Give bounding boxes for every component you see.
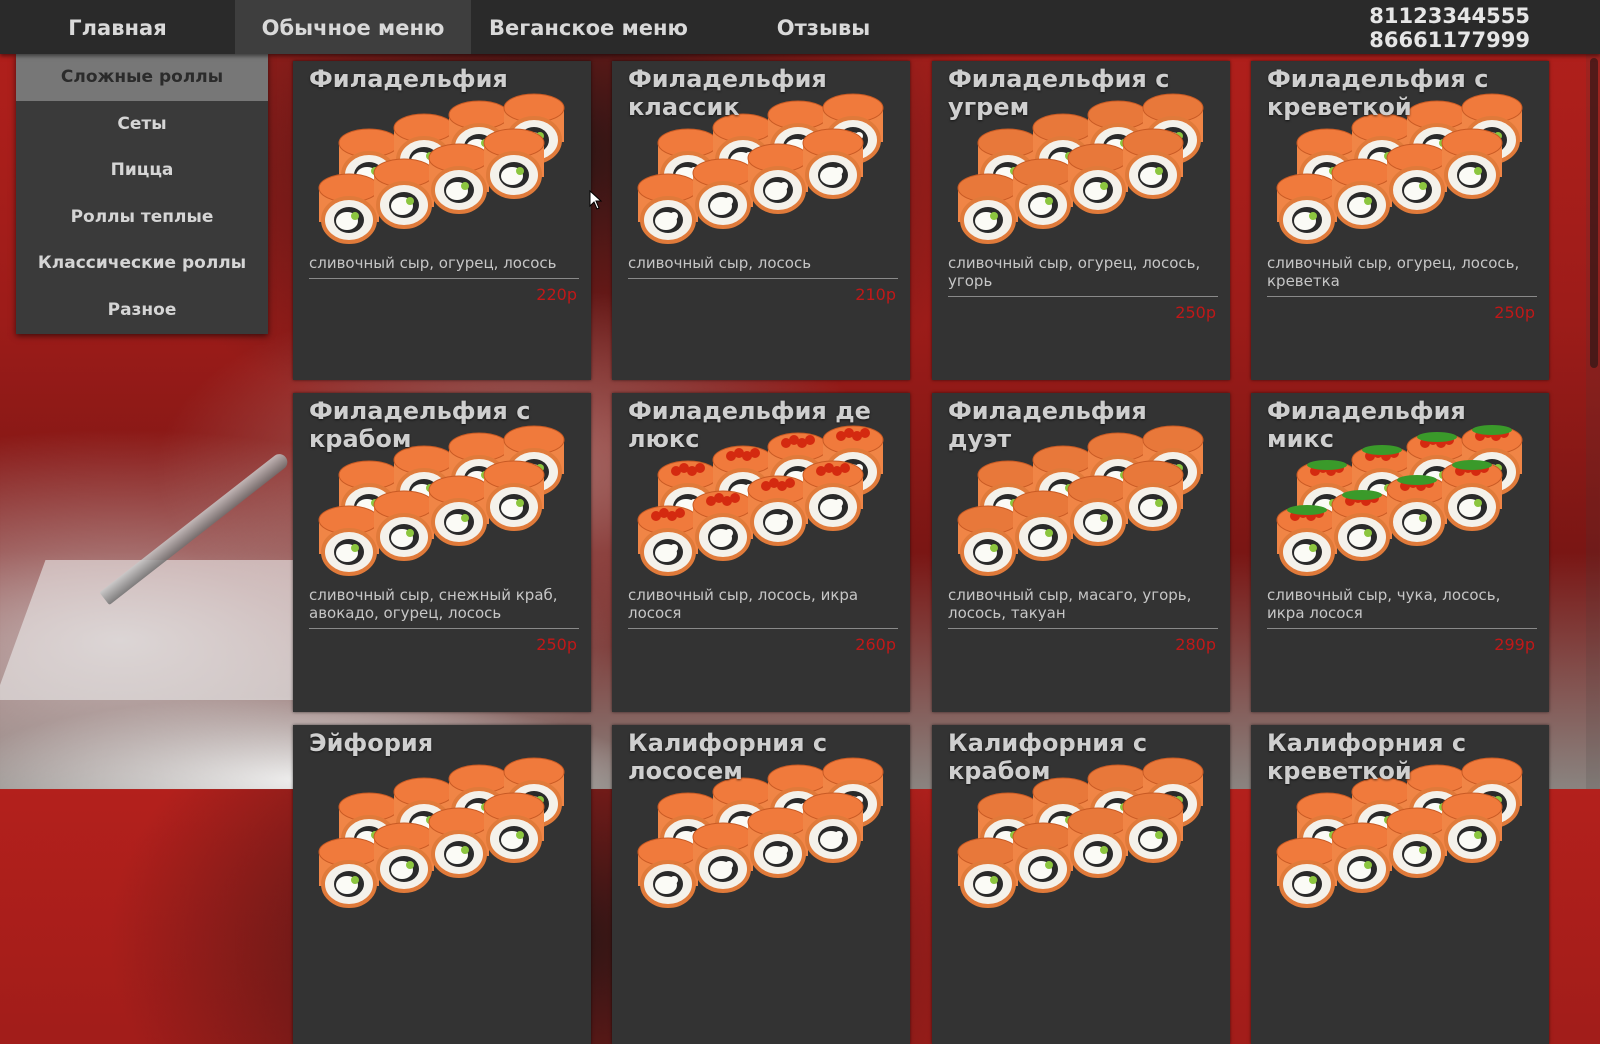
product-price: 220р <box>536 285 577 304</box>
product-description: сливочный сыр, огурец, лосось, креветка <box>1267 254 1537 297</box>
product-price: 250р <box>536 635 577 654</box>
product-description: сливочный сыр, огурец, лосось <box>309 254 579 279</box>
nav-regular-menu-link[interactable]: Обычное меню <box>235 0 471 54</box>
product-card[interactable]: Филадельфия с крабом сливочный сыр, снеж… <box>293 393 591 712</box>
product-title: Филадельфия с креветкой <box>1267 65 1489 121</box>
product-card[interactable]: Филадельфия классик сливочный сыр, лосос… <box>612 61 910 380</box>
product-title: Филадельфия дуэт <box>948 397 1147 453</box>
product-description: сливочный сыр, лосось, икра лосося <box>628 586 898 629</box>
nav-home-link[interactable]: Главная <box>0 0 235 54</box>
product-price: 260р <box>855 635 896 654</box>
submenu-item-misc[interactable]: Разное <box>16 287 268 334</box>
nav-vegan-menu-link[interactable]: Веганское меню <box>471 0 706 54</box>
submenu-item-complex-rolls[interactable]: Сложные роллы <box>16 54 268 101</box>
product-title: Калифорния с лососем <box>628 729 828 785</box>
product-card[interactable]: Филадельфия микс сливочный сыр, чука, ло… <box>1251 393 1549 712</box>
submenu-item-warm-rolls[interactable]: Роллы теплые <box>16 194 268 241</box>
product-title: Филадельфия де люкс <box>628 397 871 453</box>
sushi-image <box>318 757 565 908</box>
product-price: 250р <box>1494 303 1535 322</box>
submenu-item-sets[interactable]: Сеты <box>16 101 268 148</box>
nav-reviews-link[interactable]: Отзывы <box>706 0 941 54</box>
product-description: сливочный сыр, снежный краб, авокадо, ог… <box>309 586 579 629</box>
product-title: Эйфория <box>309 729 434 757</box>
phone-number-2: 86661177999 <box>1369 28 1530 52</box>
product-card[interactable]: Эйфория <box>293 725 591 1044</box>
product-description: сливочный сыр, огурец, лосось, угорь <box>948 254 1218 297</box>
product-title: Калифорния с крабом <box>948 729 1148 785</box>
product-price: 210р <box>855 285 896 304</box>
phone-numbers: 81123344555 86661177999 <box>1369 4 1530 52</box>
product-card[interactable]: Калифорния с креветкой <box>1251 725 1549 1044</box>
product-card[interactable]: Филадельфия дуэт сливочный сыр, масаго, … <box>932 393 1230 712</box>
product-card[interactable]: Филадельфия де люкс сливочный сыр, лосос… <box>612 393 910 712</box>
page-scrollbar[interactable] <box>1586 54 1600 789</box>
product-card[interactable]: Филадельфия с угрем сливочный сыр, огуре… <box>932 61 1230 380</box>
submenu-item-classic-rolls[interactable]: Классические роллы <box>16 240 268 287</box>
product-card[interactable]: Филадельфия сливочный сыр, огурец, лосос… <box>293 61 591 380</box>
product-description: сливочный сыр, чука, лосось, икра лосося <box>1267 586 1537 629</box>
phone-number-1: 81123344555 <box>1369 4 1530 28</box>
product-price: 280р <box>1175 635 1216 654</box>
product-description: сливочный сыр, масаго, угорь, лосось, та… <box>948 586 1218 629</box>
product-card[interactable]: Филадельфия с креветкой сливочный сыр, о… <box>1251 61 1549 380</box>
product-title: Филадельфия классик <box>628 65 827 121</box>
scrollbar-thumb[interactable] <box>1590 58 1598 368</box>
category-submenu: Сложные роллы Сеты Пицца Роллы теплые Кл… <box>16 54 268 334</box>
product-description: сливочный сыр, лосось <box>628 254 898 279</box>
product-title: Филадельфия <box>309 65 508 93</box>
product-card[interactable]: Калифорния с крабом <box>932 725 1230 1044</box>
product-card[interactable]: Калифорния с лососем <box>612 725 910 1044</box>
submenu-item-pizza[interactable]: Пицца <box>16 147 268 194</box>
top-navigation-bar: Главная Обычное меню Веганское меню Отзы… <box>0 0 1600 54</box>
product-title: Филадельфия с крабом <box>309 397 531 453</box>
product-price: 250р <box>1175 303 1216 322</box>
mouse-cursor-icon <box>589 190 603 210</box>
sushi-image <box>318 93 565 244</box>
product-title: Филадельфия с угрем <box>948 65 1170 121</box>
product-price: 299р <box>1494 635 1535 654</box>
product-title: Филадельфия микс <box>1267 397 1466 453</box>
product-title: Калифорния с креветкой <box>1267 729 1467 785</box>
